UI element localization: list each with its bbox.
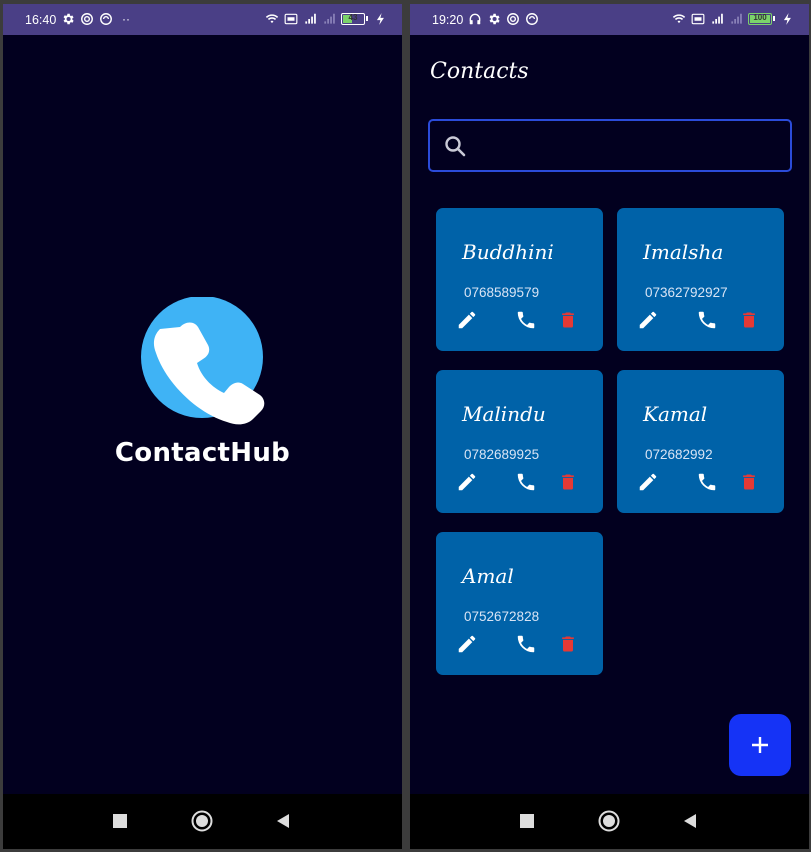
- edit-button[interactable]: [455, 470, 479, 494]
- wifi-icon: [672, 14, 686, 24]
- square-icon: [113, 814, 127, 828]
- navigation-bar: [410, 794, 809, 849]
- trash-icon: [743, 312, 755, 328]
- volte-icon: [284, 13, 298, 25]
- back-button[interactable]: [679, 810, 701, 832]
- search-icon: [445, 136, 466, 157]
- back-triangle-icon: [684, 814, 696, 828]
- gear-icon: [489, 13, 500, 25]
- call-button[interactable]: [695, 470, 719, 494]
- contact-name: Amal: [462, 564, 514, 588]
- contact-card: Buddhini 0768589579: [436, 208, 603, 351]
- contact-name: Imalsha: [643, 240, 724, 264]
- call-button[interactable]: [514, 308, 538, 332]
- contact-phone: 0782689925: [464, 447, 540, 462]
- status-bar: 19:20 100: [410, 4, 809, 35]
- delete-button[interactable]: [556, 470, 580, 494]
- delete-button[interactable]: [737, 470, 761, 494]
- headset-icon: [469, 13, 481, 25]
- charging-icon: [376, 13, 384, 25]
- volte-icon: [691, 13, 705, 25]
- gear-icon: [63, 13, 74, 25]
- page-title: Contacts: [430, 59, 529, 84]
- navigation-bar: [3, 794, 402, 849]
- battery-icon: 43: [341, 13, 368, 25]
- back-triangle-icon: [277, 814, 289, 828]
- contact-name: Kamal: [643, 402, 708, 426]
- trash-icon: [743, 474, 755, 490]
- contacts-screen: 19:20 100 Contacts Buddhini 0768589579 I…: [410, 4, 809, 849]
- search-box[interactable]: [428, 119, 792, 172]
- sync-icon: [81, 13, 93, 25]
- charging-icon: [783, 13, 791, 25]
- delete-button[interactable]: [556, 308, 580, 332]
- contact-card: Malindu 0782689925: [436, 370, 603, 513]
- wifi-icon: [265, 14, 279, 24]
- call-button[interactable]: [695, 308, 719, 332]
- sync-icon: [100, 13, 112, 25]
- back-button[interactable]: [272, 810, 294, 832]
- edit-button[interactable]: [455, 308, 479, 332]
- square-icon: [520, 814, 534, 828]
- contact-phone: 0752672828: [464, 609, 540, 624]
- phone-icon: [698, 473, 716, 491]
- contact-phone: 07362792927: [645, 285, 728, 300]
- status-time: 19:20: [432, 13, 464, 27]
- sync-icon: [507, 13, 519, 25]
- recents-button[interactable]: [109, 810, 131, 832]
- home-circle-icon: [191, 810, 213, 832]
- contact-phone: 072682992: [645, 447, 713, 462]
- sync-icon: [526, 13, 538, 25]
- call-button[interactable]: [514, 632, 538, 656]
- search-input[interactable]: [476, 131, 776, 161]
- edit-icon: [639, 311, 657, 329]
- signal-icon: [712, 13, 723, 24]
- edit-icon: [458, 635, 476, 653]
- edit-icon: [458, 473, 476, 491]
- delete-button[interactable]: [737, 308, 761, 332]
- phone-icon: [698, 311, 716, 329]
- edit-button[interactable]: [455, 632, 479, 656]
- edit-button[interactable]: [636, 308, 660, 332]
- trash-icon: [562, 474, 574, 490]
- status-bar: 16:40 ·· 43: [3, 4, 402, 35]
- signal-icon: [324, 13, 335, 24]
- contact-phone: 0768589579: [464, 285, 540, 300]
- delete-button[interactable]: [556, 632, 580, 656]
- app-name: ContactHub: [114, 438, 291, 468]
- signal-icon: [305, 13, 316, 24]
- edit-button[interactable]: [636, 470, 660, 494]
- edit-icon: [639, 473, 657, 491]
- add-icon: [752, 737, 768, 753]
- contact-name: Buddhini: [462, 240, 554, 264]
- contact-name: Malindu: [462, 402, 546, 426]
- battery-icon: 100: [748, 13, 775, 25]
- recents-button[interactable]: [516, 810, 538, 832]
- home-circle-icon: [598, 810, 620, 832]
- call-button[interactable]: [514, 470, 538, 494]
- phone-icon: [517, 473, 535, 491]
- edit-icon: [458, 311, 476, 329]
- contact-card: Imalsha 07362792927: [617, 208, 784, 351]
- splash-screen: 16:40 ·· 43 ContactHub: [3, 4, 402, 849]
- trash-icon: [562, 312, 574, 328]
- phone-icon: [517, 635, 535, 653]
- add-contact-button[interactable]: [729, 714, 791, 776]
- trash-icon: [562, 636, 574, 652]
- contact-card: Kamal 072682992: [617, 370, 784, 513]
- status-time: 16:40: [25, 13, 57, 27]
- home-button[interactable]: [191, 810, 213, 832]
- phone-icon: [517, 311, 535, 329]
- signal-icon: [731, 13, 742, 24]
- home-button[interactable]: [598, 810, 620, 832]
- more-notifications-icon: ··: [122, 12, 130, 26]
- contact-card: Amal 0752672828: [436, 532, 603, 675]
- app-logo-icon: [141, 297, 265, 425]
